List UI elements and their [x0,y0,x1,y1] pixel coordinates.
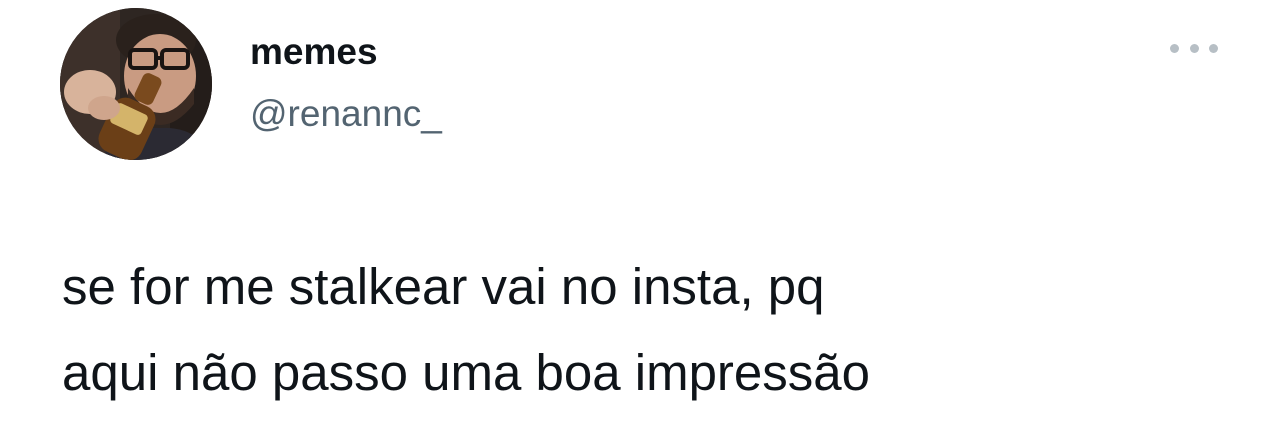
more-options-icon[interactable] [1170,36,1218,60]
menu-dot [1189,43,1199,53]
author-handle[interactable]: @renannc_ [250,92,442,136]
author-display-name[interactable]: memes [250,30,378,74]
menu-dot [1170,43,1179,53]
tweet-text: se for me stalkear vai no insta, pq aqui… [62,258,871,401]
tweet-card: memes @renannc_ se for me stalkear vai n… [0,0,1284,427]
menu-dot [1209,43,1218,53]
author-avatar[interactable] [60,8,212,160]
avatar-photo-icon [60,8,212,160]
